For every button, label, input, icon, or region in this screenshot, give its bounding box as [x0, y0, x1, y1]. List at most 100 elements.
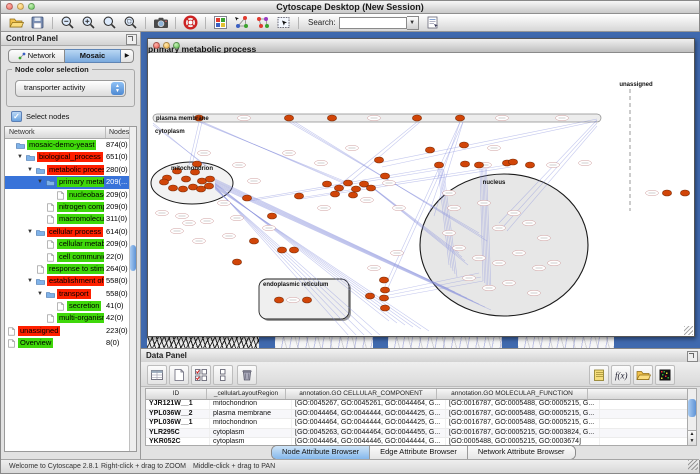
- tree-row[interactable]: nucleobase-209(0): [5, 189, 130, 201]
- gene-node[interactable]: [334, 185, 343, 191]
- snapshot-icon[interactable]: [150, 15, 171, 30]
- gene-node[interactable]: [204, 183, 213, 189]
- function-builder-icon[interactable]: f(x): [611, 365, 631, 385]
- gene-node[interactable]: [181, 176, 190, 182]
- zoom-in-icon[interactable]: [78, 15, 99, 30]
- expander-icon[interactable]: ▼: [37, 179, 43, 185]
- attribute-grid-icon[interactable]: [210, 15, 231, 30]
- new-attribute-icon[interactable]: [169, 365, 189, 385]
- gene-node[interactable]: [277, 247, 286, 253]
- tree-row[interactable]: cell communicat22(0): [5, 251, 130, 263]
- expander-icon[interactable]: ▼: [17, 154, 23, 160]
- attribute-matrix-icon[interactable]: [655, 365, 675, 385]
- gene-node[interactable]: [379, 295, 388, 301]
- tree-scrollbar[interactable]: [129, 127, 136, 451]
- network-select-b-icon[interactable]: [252, 15, 273, 30]
- gene-node[interactable]: [380, 305, 389, 311]
- window-minimize-button[interactable]: [163, 42, 170, 49]
- tree-row[interactable]: ▼transport558(0): [5, 288, 130, 300]
- search-dropdown-arrow[interactable]: ▼: [407, 16, 419, 30]
- table-row[interactable]: YPL036W__2plasma membrane[GO:0044464, GO…: [146, 410, 688, 420]
- gene-node[interactable]: [232, 259, 241, 265]
- tab-node-attribute-browser[interactable]: Node Attribute Browser: [272, 446, 370, 459]
- gene-node[interactable]: [460, 161, 469, 167]
- table-column-header[interactable]: annotation.GO CELLULAR_COMPONENT: [286, 389, 437, 399]
- tree-row[interactable]: ▼establishment of lo558(0): [5, 275, 130, 287]
- expander-icon[interactable]: ▼: [27, 229, 33, 235]
- zoom-fit-icon[interactable]: [120, 15, 141, 30]
- network-canvas[interactable]: plasma membranecytoplasmmitochondrionnuc…: [149, 53, 693, 335]
- select-region-icon[interactable]: [273, 15, 294, 30]
- gene-node[interactable]: [284, 115, 293, 121]
- gene-node[interactable]: [322, 181, 331, 187]
- float-panel-icon[interactable]: [126, 34, 137, 45]
- gene-node[interactable]: [343, 180, 352, 186]
- gene-node[interactable]: [680, 190, 689, 196]
- tree-row[interactable]: ▼biological_process651(0): [5, 151, 130, 163]
- tab-mosaic[interactable]: Mosaic: [65, 49, 121, 63]
- expander-icon[interactable]: ▼: [27, 167, 33, 173]
- unselect-attributes-icon[interactable]: [213, 365, 233, 385]
- gene-node[interactable]: [474, 162, 483, 168]
- network-select-a-icon[interactable]: [231, 15, 252, 30]
- gene-node[interactable]: [365, 293, 374, 299]
- gene-node[interactable]: [366, 185, 375, 191]
- tab-edge-attribute-browser[interactable]: Edge Attribute Browser: [370, 446, 468, 459]
- select-nodes-checkbox[interactable]: ✓: [11, 111, 22, 122]
- gene-node[interactable]: [327, 115, 336, 121]
- gene-node[interactable]: [159, 179, 168, 185]
- window-resize-grip[interactable]: [684, 326, 693, 335]
- gene-node[interactable]: [379, 277, 388, 283]
- float-panel-icon[interactable]: [687, 351, 698, 362]
- annotation-notes-icon[interactable]: [589, 365, 609, 385]
- gene-node[interactable]: [351, 186, 360, 192]
- save-icon[interactable]: [27, 15, 48, 30]
- delete-attribute-icon[interactable]: [237, 365, 257, 385]
- gene-node[interactable]: [302, 297, 311, 303]
- gene-node[interactable]: [168, 185, 177, 191]
- gene-node[interactable]: [330, 191, 339, 197]
- table-row[interactable]: YJR121W__1mitochondrion[GO:0045267, GO:0…: [146, 400, 688, 410]
- minimize-button[interactable]: [17, 3, 24, 10]
- tree-row[interactable]: macromolecule311(0): [5, 213, 130, 225]
- table-column-header[interactable]: annotation.GO MOLECULAR_FUNCTION: [437, 389, 588, 399]
- tree-row[interactable]: response to stimulu264(0): [5, 263, 130, 275]
- network-graph[interactable]: plasma membranecytoplasmmitochondrionnuc…: [149, 53, 693, 335]
- gene-node[interactable]: [249, 238, 258, 244]
- tree-row[interactable]: cellular metabol209(0): [5, 238, 130, 250]
- table-scrollbar-arrows[interactable]: ▲▼: [688, 430, 696, 445]
- tab-network-attribute-browser[interactable]: Network Attribute Browser: [468, 446, 575, 459]
- gene-node[interactable]: [178, 186, 187, 192]
- gene-node[interactable]: [374, 157, 383, 163]
- select-attributes-icon[interactable]: [191, 365, 211, 385]
- gene-node[interactable]: [267, 213, 276, 219]
- table-mode-icon[interactable]: [147, 365, 167, 385]
- table-column-header[interactable]: [588, 389, 689, 399]
- zoom-selected-icon[interactable]: [99, 15, 120, 30]
- help-icon[interactable]: [180, 15, 201, 30]
- zoom-window-button[interactable]: [28, 3, 35, 10]
- window-close-button[interactable]: [153, 42, 160, 49]
- gene-node[interactable]: [662, 190, 671, 196]
- table-row[interactable]: YPL036W__1mitochondrion[GO:0044464, GO:0…: [146, 419, 688, 429]
- gene-node[interactable]: [412, 115, 421, 121]
- search-settings-icon[interactable]: [422, 15, 443, 30]
- tree-row[interactable]: ▼metabolic process280(0): [5, 164, 130, 176]
- node-color-dropdown[interactable]: transporter activity ▲▼: [15, 80, 126, 97]
- zoom-out-icon[interactable]: [57, 15, 78, 30]
- tree-row[interactable]: ▼cellular process614(0): [5, 226, 130, 238]
- gene-node[interactable]: [380, 287, 389, 293]
- network-window-titlebar[interactable]: primary metabolic process: [148, 39, 694, 53]
- gene-node[interactable]: [425, 147, 434, 153]
- tab-overflow-arrow[interactable]: ▶: [121, 49, 134, 63]
- tree-row[interactable]: nitrogen compo209(0): [5, 201, 130, 213]
- gene-node[interactable]: [348, 192, 357, 198]
- table-column-header[interactable]: ID: [146, 389, 207, 399]
- open-icon[interactable]: [6, 15, 27, 30]
- app-resize-grip[interactable]: [688, 460, 698, 470]
- gene-node[interactable]: [274, 297, 283, 303]
- gene-node[interactable]: [289, 247, 298, 253]
- expander-icon[interactable]: ▼: [27, 278, 33, 284]
- gene-node[interactable]: [434, 162, 443, 168]
- gene-node[interactable]: [525, 162, 534, 168]
